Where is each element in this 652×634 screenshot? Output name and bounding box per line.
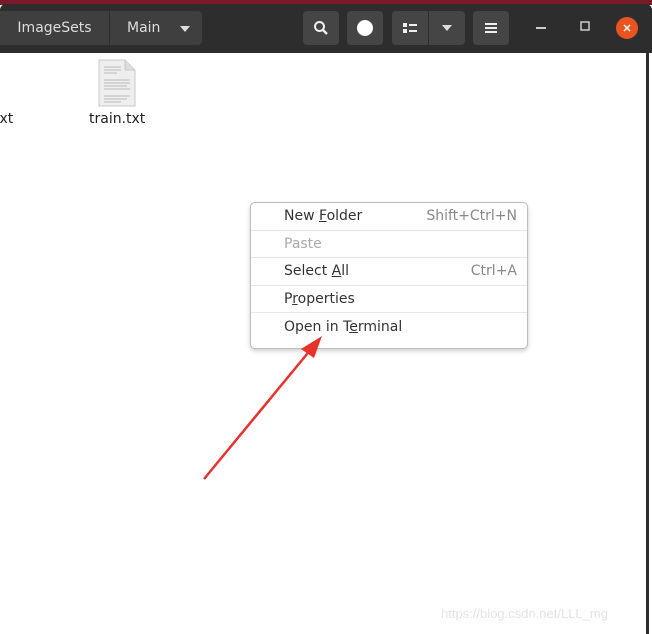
menu-item-label: Select All: [284, 263, 349, 280]
breadcrumb-label: ImageSets: [17, 20, 92, 36]
menu-item-open-in-terminal[interactable]: Open in Terminal: [251, 313, 527, 341]
chevron-down-icon: [442, 25, 452, 31]
text-file-icon[interactable]: [97, 58, 137, 108]
view-toggle-button[interactable]: [392, 11, 428, 45]
hamburger-icon: [485, 23, 497, 33]
menu-item-select-all[interactable]: Select All Ctrl+A: [251, 258, 527, 286]
file-label[interactable]: train.txt: [89, 111, 145, 127]
close-icon[interactable]: [616, 17, 638, 39]
menu-item-label: Paste: [284, 235, 322, 252]
menu-item-shortcut: Shift+Ctrl+N: [426, 208, 517, 225]
breadcrumb-label: Main: [127, 20, 161, 36]
view-options-button[interactable]: [429, 11, 465, 45]
menu-item-shortcut: Ctrl+A: [470, 263, 517, 280]
menu-item-properties[interactable]: Properties: [251, 286, 527, 313]
breadcrumb-main[interactable]: Main: [110, 11, 202, 45]
menu-item-label: Open in Terminal: [284, 318, 403, 335]
watermark: https://blog.csdn.net/LLL_mg: [441, 606, 608, 621]
menu-item-paste: Paste: [251, 231, 527, 258]
breadcrumb-imagesets[interactable]: ImageSets: [0, 11, 109, 45]
main-menu-button[interactable]: [473, 11, 509, 45]
menu-item-label: New Folder: [284, 208, 363, 225]
context-menu: New Folder Shift+Ctrl+N Paste Select All C…: [250, 202, 528, 349]
menu-item-label: Properties: [284, 290, 355, 307]
list-view-icon: [403, 23, 417, 33]
menu-item-new-folder[interactable]: New Folder Shift+Ctrl+N: [251, 203, 527, 231]
maximize-icon[interactable]: [580, 21, 590, 31]
header-bar: ImageSets Main: [0, 4, 652, 53]
search-icon: [314, 21, 328, 35]
chevron-down-icon: [180, 26, 190, 32]
file-label[interactable]: txt: [0, 111, 13, 127]
minimize-icon[interactable]: [536, 27, 546, 29]
circle-icon: [357, 20, 373, 36]
status-button[interactable]: [347, 11, 383, 45]
search-button[interactable]: [303, 11, 339, 45]
